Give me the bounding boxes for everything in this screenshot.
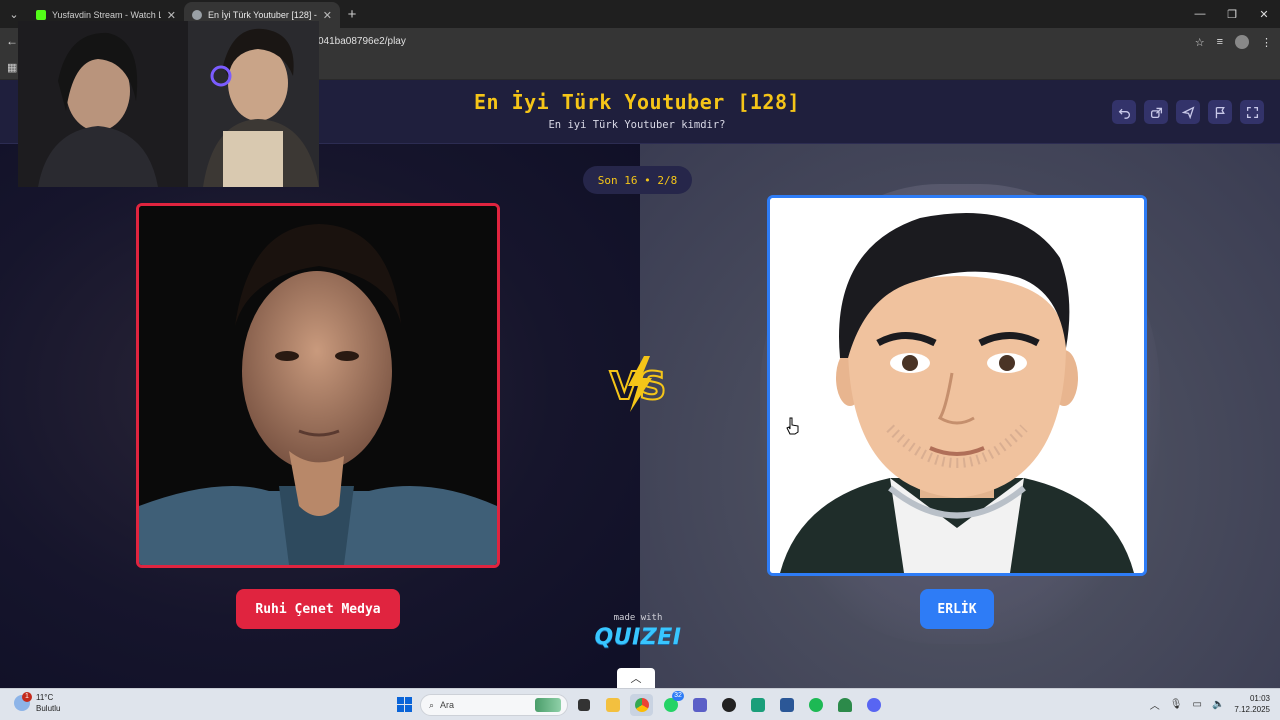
weather-widget[interactable]: 1 11°C Bulutlu <box>14 692 60 714</box>
hand-cursor-icon <box>786 417 799 435</box>
cartoon-avatar <box>770 198 1144 573</box>
microphone-icon[interactable]: 🎙 <box>1170 699 1183 710</box>
taskbar-search[interactable]: ⌕ Ara <box>420 694 568 716</box>
windows-start-icon[interactable] <box>397 697 412 712</box>
search-icon: ⌕ <box>429 699 435 710</box>
notification-badge: 1 <box>22 692 32 702</box>
close-tab-icon[interactable]: ✕ <box>323 9 332 22</box>
close-tab-icon[interactable]: ✕ <box>167 9 176 22</box>
portrait-photo <box>139 206 497 565</box>
apps-grid-icon[interactable]: ▦ <box>7 61 17 74</box>
search-placeholder: Ara <box>440 700 455 710</box>
send-icon <box>1181 105 1194 119</box>
tab-title: En İyi Türk Youtuber [128] - Tie <box>208 10 317 20</box>
clock-time: 01:03 <box>1249 694 1270 703</box>
browser-menu-icon[interactable]: ⋮ <box>1261 36 1272 49</box>
flag-icon <box>1215 106 1225 118</box>
bookmark-star-icon[interactable]: ☆ <box>1195 36 1205 49</box>
task-view-icon[interactable] <box>572 694 595 716</box>
chevron-up-icon[interactable]: ︿ <box>617 668 655 688</box>
media-controls-icon[interactable]: ≡ <box>1217 36 1223 48</box>
windows-taskbar: 1 11°C Bulutlu ⌕ Ara 32 ︿ 🎙 ▭ 🔈 01:03 7.… <box>0 688 1280 720</box>
left-choice-image[interactable] <box>136 203 500 568</box>
send-button[interactable] <box>1176 100 1200 124</box>
choose-left-button[interactable]: Ruhi Çenet Medya <box>236 589 400 629</box>
restore-icon[interactable]: ❐ <box>1216 0 1248 28</box>
close-window-icon[interactable]: ✕ <box>1248 0 1280 28</box>
back-arrow-icon[interactable]: ← <box>6 34 18 48</box>
kick-favicon-icon <box>36 10 46 20</box>
chatgpt-icon[interactable] <box>717 694 740 716</box>
minimize-icon[interactable]: — <box>1184 0 1216 28</box>
tray-chevron-icon[interactable]: ︿ <box>1150 697 1160 712</box>
system-tray: ︿ 🎙 ▭ 🔈 01:03 7.12.2025 <box>1150 693 1270 715</box>
word-icon[interactable] <box>775 694 798 716</box>
window-controls: — ❐ ✕ <box>1184 0 1280 28</box>
header-actions <box>1112 100 1264 124</box>
weather-desc: Bulutlu <box>36 704 61 713</box>
made-with-label: made with <box>613 613 663 623</box>
spotify-icon[interactable] <box>804 694 827 716</box>
profile-avatar[interactable] <box>1235 35 1249 49</box>
vs-lightning-icon: VS <box>609 356 667 412</box>
webcam-feed <box>18 21 319 187</box>
android-icon[interactable] <box>833 694 856 716</box>
new-tab-button[interactable]: + <box>340 6 364 23</box>
undo-icon <box>1118 108 1130 119</box>
volume-icon[interactable]: 🔈 <box>1212 699 1224 710</box>
weather-temp: 11°C <box>36 693 54 702</box>
teams-icon[interactable] <box>688 694 711 716</box>
tab-title: Yusfavdin Stream - Watch Live <box>52 10 161 20</box>
address-bar[interactable]: 041ba08796e2/play <box>318 28 406 56</box>
cloud-weather-icon: 1 <box>14 692 32 711</box>
webcam-overlay <box>18 21 319 187</box>
report-button[interactable] <box>1208 100 1232 124</box>
choose-right-button[interactable]: ERLİK <box>920 589 994 629</box>
photos-icon[interactable] <box>746 694 769 716</box>
quizei-logo[interactable]: QUIZEI <box>590 625 686 650</box>
round-indicator: Son 16 • 2/8 <box>583 166 692 194</box>
share-button[interactable] <box>1144 100 1168 124</box>
display-icon[interactable]: ▭ <box>1193 699 1202 710</box>
toolbar-actions: ☆ ≡ ⋮ <box>1195 28 1272 56</box>
fullscreen-button[interactable] <box>1240 100 1264 124</box>
undo-button[interactable] <box>1112 100 1136 124</box>
right-choice-image[interactable] <box>767 195 1147 576</box>
fullscreen-icon <box>1246 106 1258 118</box>
file-explorer-icon[interactable] <box>601 694 624 716</box>
chrome-icon[interactable] <box>630 694 653 716</box>
share-icon <box>1150 107 1162 118</box>
discord-icon[interactable] <box>862 694 885 716</box>
search-highlight-icon <box>535 698 561 712</box>
quiz-favicon-icon <box>192 10 202 20</box>
taskbar-apps: 32 <box>572 691 885 716</box>
clock-date: 7.12.2025 <box>1234 705 1270 714</box>
whatsapp-badge: 32 <box>672 691 684 701</box>
whatsapp-icon[interactable]: 32 <box>659 691 684 716</box>
clock[interactable]: 01:03 7.12.2025 <box>1234 693 1270 715</box>
